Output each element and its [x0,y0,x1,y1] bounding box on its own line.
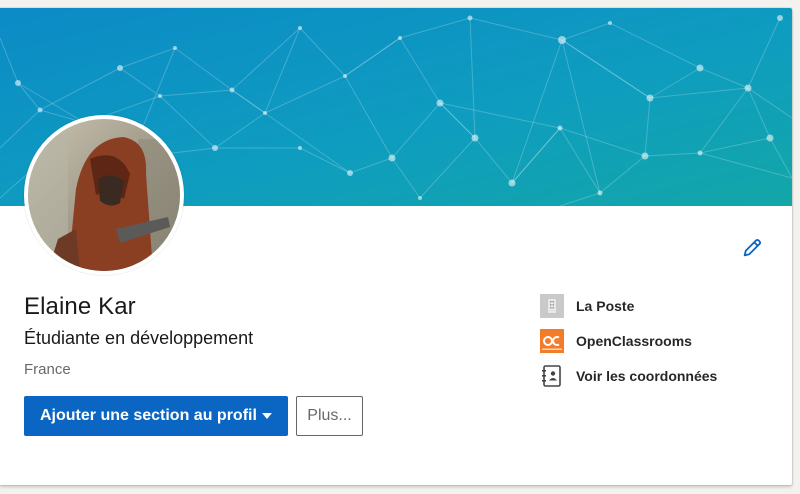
company-building-icon [540,294,564,318]
profile-location: France [24,361,71,378]
more-button-label: Plus... [307,407,352,424]
profile-card: Elaine Kar Étudiante en développement Fr… [0,8,792,485]
avatar-photo [28,119,180,271]
profile-side-links: La Poste OpenClassrooms Voir les coordon… [540,294,717,399]
side-link-label: Voir les coordonnées [576,368,718,384]
contact-book-icon [542,365,561,387]
more-button[interactable]: Plus... [296,396,363,436]
side-link-label: OpenClassrooms [576,333,692,349]
side-link-contact-info[interactable]: Voir les coordonnées [540,364,717,388]
profile-avatar[interactable] [24,115,184,275]
side-link-la-poste[interactable]: La Poste [540,294,717,318]
add-profile-section-label: Ajouter une section au profil [40,407,257,424]
openclassrooms-logo-icon [540,329,564,353]
profile-headline: Étudiante en développement [24,328,254,348]
side-link-openclassrooms[interactable]: OpenClassrooms [540,329,717,353]
pencil-icon [743,238,762,257]
profile-name: Elaine Kar [24,293,136,320]
side-link-label: La Poste [576,298,635,314]
edit-profile-button[interactable] [738,234,766,262]
add-profile-section-button[interactable]: Ajouter une section au profil [24,396,288,436]
caret-down-icon [262,413,272,419]
